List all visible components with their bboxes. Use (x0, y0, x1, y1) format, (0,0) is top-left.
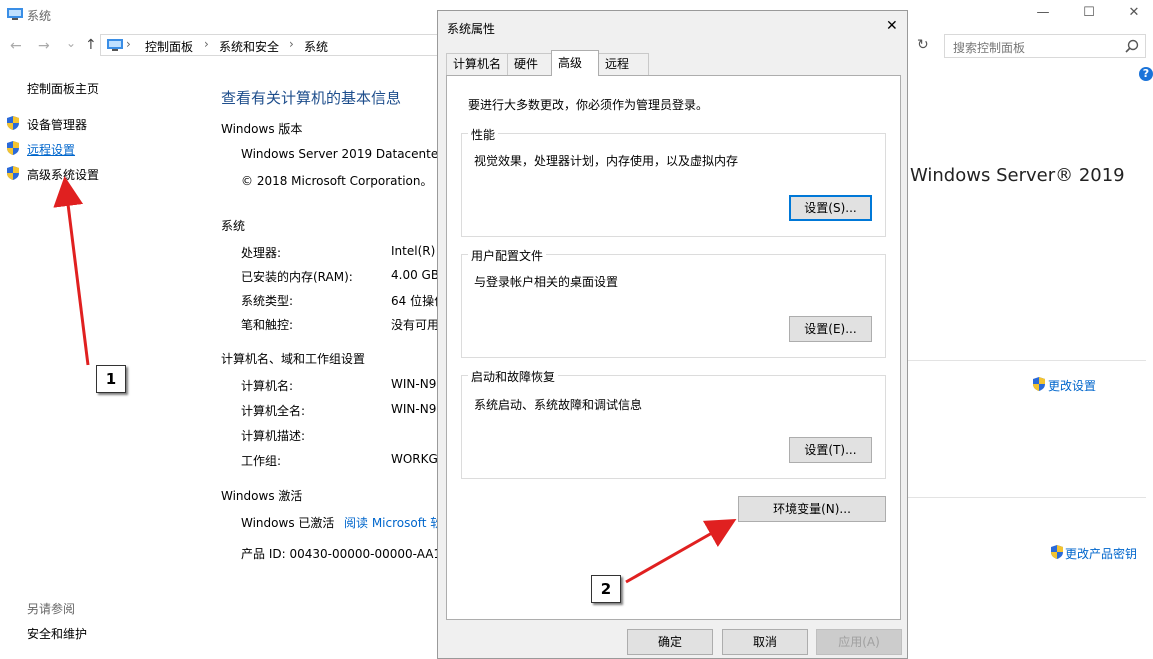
tab-advanced[interactable]: 高级 (551, 50, 599, 76)
annotation-arrow-1 (53, 176, 90, 366)
annotation-arrow-2 (625, 519, 737, 584)
annotation-arrows (53, 176, 737, 584)
annotation-callout-2: 2 (591, 575, 621, 603)
annotation-callout-1: 1 (96, 365, 126, 393)
